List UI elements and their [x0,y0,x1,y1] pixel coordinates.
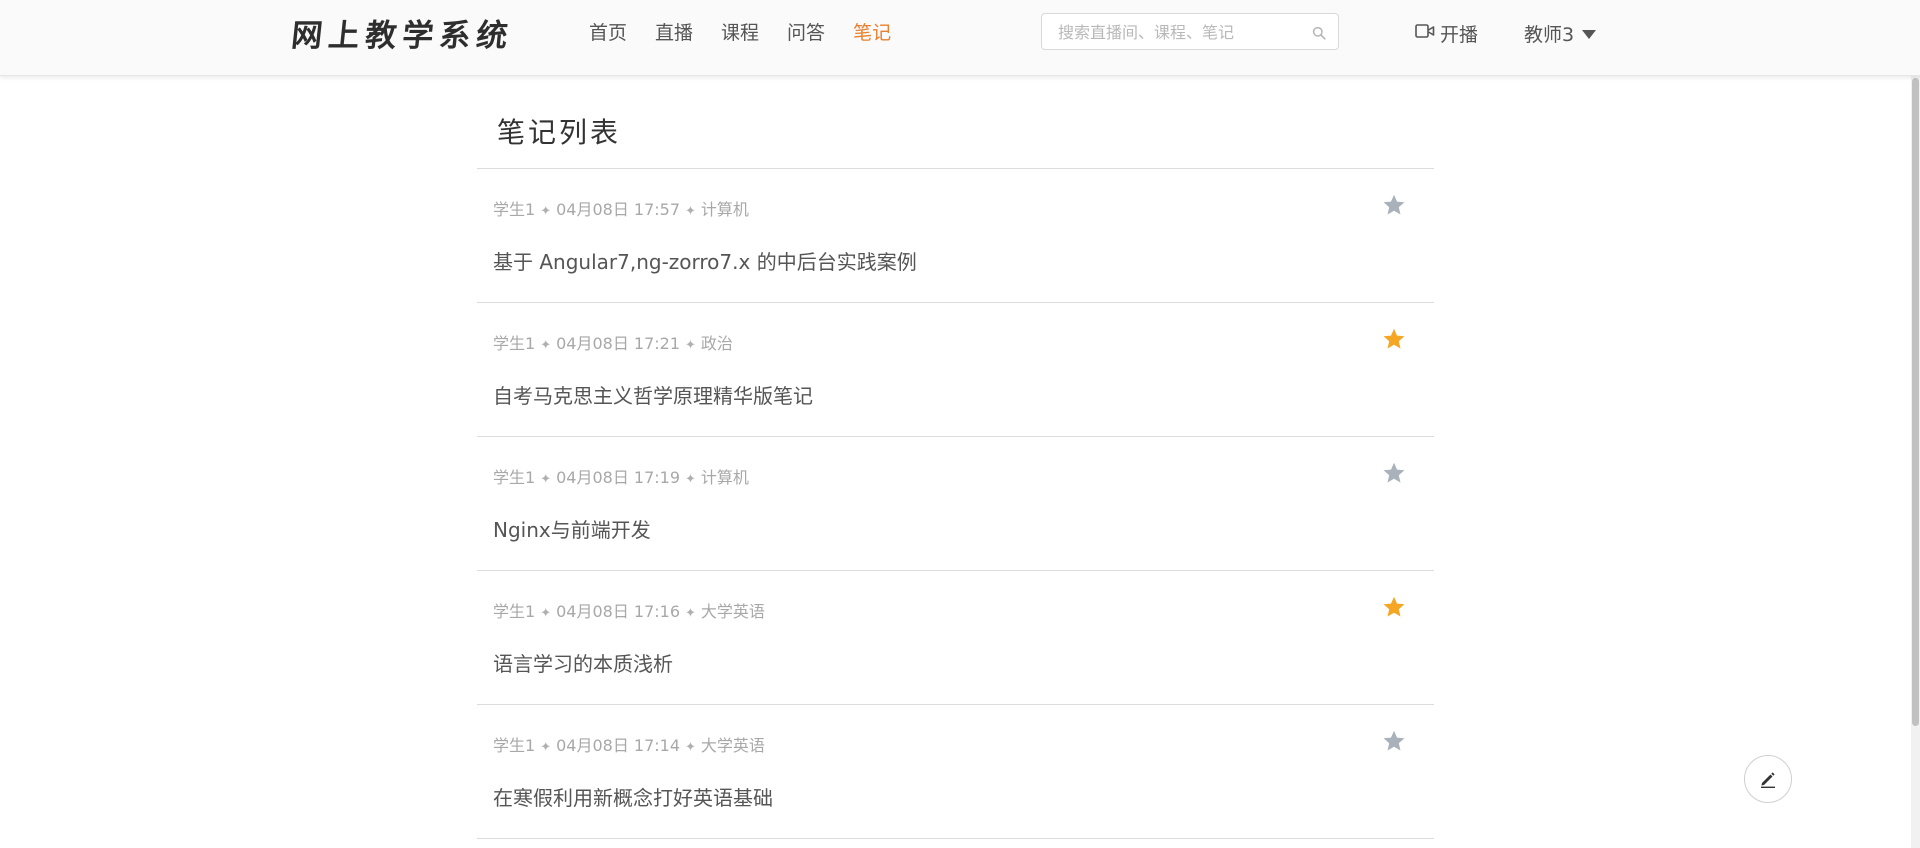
note-item[interactable]: 学生1 ✦ 04月08日 17:14 ✦ 大学英语 在寒假利用新概念打好英语基础 [477,705,1434,839]
search-box [1041,13,1339,51]
note-author: 学生1 [493,334,536,353]
star-icon[interactable] [1382,729,1406,753]
note-title[interactable]: Nginx与前端开发 [493,517,651,543]
note-meta: 学生1 ✦ 04月08日 17:19 ✦ 计算机 [493,467,749,491]
nav-item-qa[interactable]: 问答 [787,19,825,47]
nav-item-home[interactable]: 首页 [589,19,627,47]
note-title[interactable]: 自考马克思主义哲学原理精华版笔记 [493,383,813,409]
main-nav: 首页 直播 课程 问答 笔记 [589,19,919,47]
note-item[interactable]: 学生1 ✦ 04月08日 17:16 ✦ 大学英语 语言学习的本质浅析 [477,571,1434,705]
note-author: 学生1 [493,602,536,621]
notes-list-panel: 笔记列表 学生1 ✦ 04月08日 17:57 ✦ 计算机 基于 Angular7,ng… [477,75,1434,839]
page-title: 笔记列表 [477,75,1434,169]
note-title[interactable]: 语言学习的本质浅析 [493,651,673,677]
note-category[interactable]: 大学英语 [701,736,765,755]
write-note-button[interactable] [1744,755,1792,803]
top-navbar: 网上教学系统 首页 直播 课程 问答 笔记 开播 教师3 [0,0,1920,76]
star-icon[interactable] [1382,595,1406,619]
search-icon[interactable] [1312,25,1326,40]
separator-glyph: ✦ [540,606,552,621]
note-time: 04月08日 17:21 [556,334,681,353]
nav-item-notes[interactable]: 笔记 [853,19,891,47]
note-time: 04月08日 17:16 [556,602,681,621]
separator-glyph: ✦ [685,740,696,755]
note-item[interactable]: 学生1 ✦ 04月08日 17:21 ✦ 政治 自考马克思主义哲学原理精华版笔记 [477,303,1434,437]
note-author: 学生1 [493,736,536,755]
separator-glyph: ✦ [540,338,552,353]
separator-glyph: ✦ [685,606,696,621]
star-icon[interactable] [1382,461,1406,485]
nav-item-courses[interactable]: 课程 [721,19,759,47]
note-category[interactable]: 大学英语 [701,602,765,621]
start-live-button[interactable]: 开播 [1415,19,1478,47]
note-category[interactable]: 计算机 [701,200,749,219]
caret-down-icon [1582,29,1597,39]
star-icon[interactable] [1382,327,1406,351]
note-item[interactable]: 学生1 ✦ 04月08日 17:19 ✦ 计算机 Nginx与前端开发 [477,437,1434,571]
site-logo[interactable]: 网上教学系统 [289,10,516,54]
note-author: 学生1 [493,200,536,219]
note-meta: 学生1 ✦ 04月08日 17:14 ✦ 大学英语 [493,735,765,759]
user-name: 教师3 [1524,23,1575,46]
note-author: 学生1 [493,468,536,487]
separator-glyph: ✦ [685,472,696,487]
note-time: 04月08日 17:14 [556,736,681,755]
note-time: 04月08日 17:19 [556,468,681,487]
note-time: 04月08日 17:57 [556,200,681,219]
separator-glyph: ✦ [685,338,696,353]
separator-glyph: ✦ [540,472,552,487]
note-category[interactable]: 计算机 [701,468,749,487]
note-title[interactable]: 在寒假利用新概念打好英语基础 [493,785,773,811]
scrollbar-thumb[interactable] [1912,78,1919,726]
separator-glyph: ✦ [540,740,552,755]
note-meta: 学生1 ✦ 04月08日 17:21 ✦ 政治 [493,333,733,357]
star-icon[interactable] [1382,193,1406,217]
note-category[interactable]: 政治 [701,334,733,353]
note-meta: 学生1 ✦ 04月08日 17:57 ✦ 计算机 [493,199,749,223]
note-meta: 学生1 ✦ 04月08日 17:16 ✦ 大学英语 [493,601,765,625]
note-item[interactable]: 学生1 ✦ 04月08日 17:57 ✦ 计算机 基于 Angular7,ng-zorr… [477,169,1434,303]
note-title[interactable]: 基于 Angular7,ng-zorro7.x 的中后台实践案例 [493,249,917,275]
user-menu[interactable]: 教师3 [1524,19,1597,47]
separator-glyph: ✦ [685,204,696,219]
search-input[interactable] [1056,14,1310,51]
nav-item-live[interactable]: 直播 [655,19,693,47]
start-live-label: 开播 [1440,23,1479,46]
separator-glyph: ✦ [540,204,552,219]
video-camera-icon [1415,22,1440,44]
